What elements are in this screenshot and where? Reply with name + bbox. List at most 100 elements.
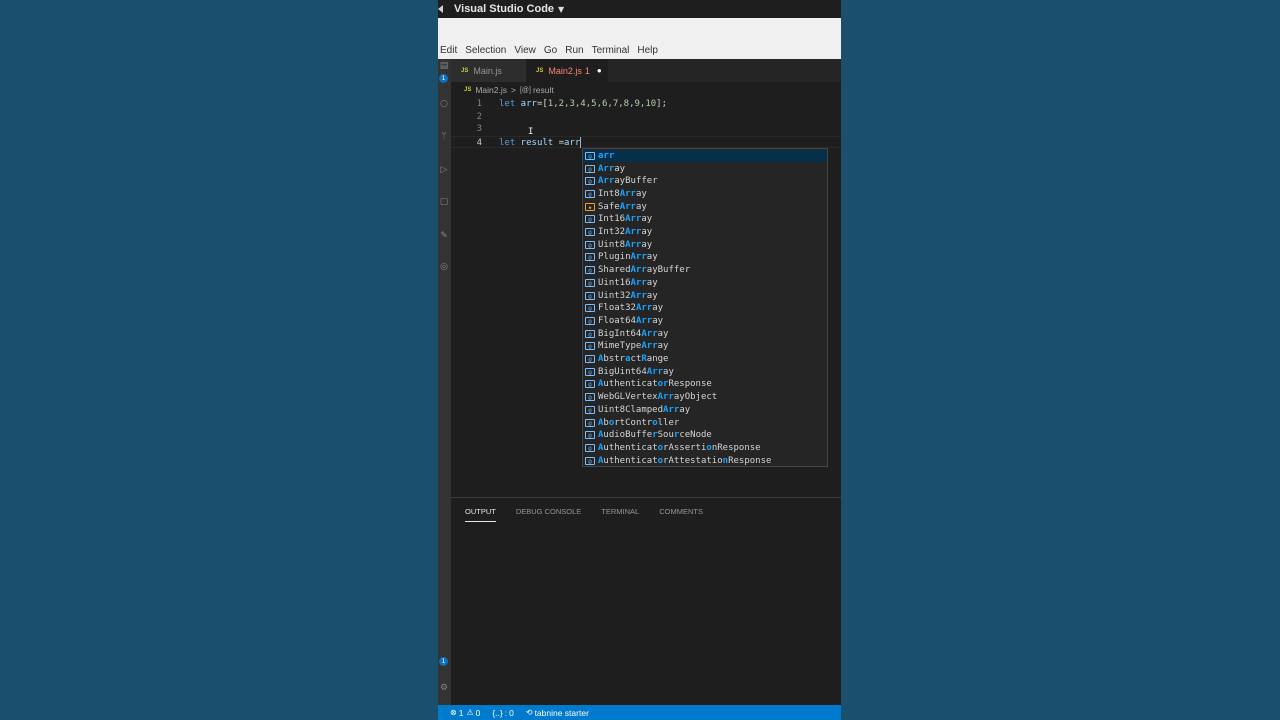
warning-count: 0 (475, 707, 481, 718)
error-icon: ⊗ (450, 708, 457, 717)
variable-symbol-icon: @ (585, 393, 595, 402)
menu-terminal[interactable]: Terminal (592, 45, 630, 56)
menu-selection[interactable]: Selection (465, 45, 506, 56)
explorer-icon[interactable]: ▤ (439, 61, 449, 71)
menu-help[interactable]: Help (637, 45, 658, 56)
suggestion-item[interactable]: @ Uint8Array (583, 238, 827, 251)
tab-comments[interactable]: COMMENTS (659, 507, 703, 516)
suggestion-item[interactable]: @ Uint8ClampedArray (583, 404, 827, 417)
tabnine-label: tabnine starter (534, 707, 589, 718)
tabnine-icon[interactable]: ◎ (439, 262, 449, 272)
suggestion-item[interactable]: @ Float64Array (583, 315, 827, 328)
variable-symbol-icon: @ (585, 151, 595, 160)
chevron-down-icon[interactable]: ▼ (558, 5, 564, 14)
suggestion-item[interactable]: @ Int32Array (583, 226, 827, 239)
suggestion-item[interactable]: @ Int16Array (583, 213, 827, 226)
code-line[interactable]: 2 (451, 111, 841, 123)
suggestion-item[interactable]: @ BigInt64Array (583, 327, 827, 340)
suggestion-item[interactable]: @ Int8Array (583, 188, 827, 201)
suggestion-widget[interactable]: @ arr @ Array @ ArrayBuffer @ Int8Array ◆ SafeArr… (582, 148, 828, 467)
tabnine-status[interactable]: ⟲ tabnine starter (526, 708, 589, 718)
breadcrumb: JS Main2.js > [@] result (451, 84, 841, 96)
suggestion-item[interactable]: @ AbstractRange (583, 353, 827, 366)
suggestion-label: BigInt64Array (598, 328, 669, 339)
suggestion-item[interactable]: @ AuthenticatorAttestationResponse (583, 454, 827, 467)
variable-symbol-icon: @ (585, 405, 595, 414)
activities-caret-icon[interactable] (438, 0, 444, 18)
code-text: let arr=[1,2,3,4,5,6,7,8,9,10]; (499, 99, 668, 109)
tab-main-js[interactable]: JS Main.js (451, 59, 526, 82)
explorer-badge: 1 (439, 74, 448, 83)
line-number: 4 (476, 137, 482, 148)
tab-main2-js[interactable]: JS Main2.js 1 ● (526, 59, 608, 82)
breadcrumb-file[interactable]: Main2.js (475, 85, 507, 95)
menu-view[interactable]: View (514, 45, 536, 56)
source-control-icon[interactable]: ᛘ (439, 132, 449, 142)
variable-symbol-icon: @ (585, 291, 595, 300)
search-icon[interactable]: ○ (439, 99, 449, 109)
editor-tabs: JS Main.js JS Main2.js 1 ● (451, 59, 841, 82)
suggestion-label: Uint32Array (598, 290, 658, 301)
suggestion-label: Uint16Array (598, 277, 658, 288)
app-title[interactable]: Visual Studio Code (454, 3, 554, 15)
suggestion-item[interactable]: @ Float32Array (583, 302, 827, 315)
tab-label: Main.js (473, 65, 502, 76)
run-debug-icon[interactable]: ▷ (439, 165, 449, 175)
code-line[interactable]: 1 let arr=[1,2,3,4,5,6,7,8,9,10]; (451, 98, 841, 110)
code-line[interactable]: 4 let result =arr (451, 135, 841, 148)
suggestion-label: Int16Array (598, 214, 653, 225)
menu-bar: Edit Selection View Go Run Terminal Help (438, 42, 841, 59)
variable-symbol-icon: @ (585, 456, 595, 465)
suggestion-label: ArrayBuffer (598, 176, 658, 187)
suggestion-label: Uint8Array (598, 239, 653, 250)
suggestion-item[interactable]: @ BigUint64Array (583, 365, 827, 378)
suggestion-label: SharedArrayBuffer (598, 265, 691, 276)
problems-status[interactable]: ⊗ 1 ⚠ 0 (450, 708, 480, 718)
suggestion-item[interactable]: @ AuthenticatorResponse (583, 378, 827, 391)
suggestion-item[interactable]: @ arr (583, 149, 827, 163)
variable-symbol-icon: @ (585, 164, 595, 173)
unsaved-dot-icon[interactable]: ● (597, 66, 602, 75)
suggestion-item[interactable]: @ AbortController (583, 416, 827, 429)
suggestion-item[interactable]: @ WebGLVertexArrayObject (583, 391, 827, 404)
tab-label: Main2.js (548, 65, 582, 76)
tab-problem-count: 1 (584, 65, 590, 76)
tabnine-status-icon: ⟲ (525, 708, 533, 717)
menu-edit[interactable]: Edit (440, 45, 457, 56)
suggestion-item[interactable]: @ Uint32Array (583, 289, 827, 302)
tab-terminal[interactable]: TERMINAL (601, 507, 639, 516)
suggestion-item[interactable]: @ Uint16Array (583, 277, 827, 290)
suggestion-item[interactable]: @ SharedArrayBuffer (583, 264, 827, 277)
suggestion-item[interactable]: @ ArrayBuffer (583, 175, 827, 188)
suggestion-item[interactable]: @ AudioBufferSourceNode (583, 429, 827, 442)
accounts-badge: 1 (439, 657, 448, 666)
suggestion-item[interactable]: @ Array (583, 162, 827, 175)
breadcrumb-separator: > (511, 85, 516, 95)
suggestion-label: WebGLVertexArrayObject (598, 392, 718, 403)
suggestion-label: Uint8ClampedArray (598, 404, 691, 415)
extensions-icon[interactable]: ▢ (439, 197, 449, 207)
variable-symbol-icon: @ (585, 380, 595, 389)
suggestion-item[interactable]: @ AuthenticatorAssertionResponse (583, 442, 827, 455)
menu-go[interactable]: Go (544, 45, 557, 56)
code-line[interactable]: 3 (451, 123, 841, 135)
suggestion-label: AuthenticatorResponse (598, 379, 712, 390)
variable-symbol-icon: @ (585, 431, 595, 440)
tab-debug-console[interactable]: DEBUG CONSOLE (516, 507, 581, 516)
menu-run[interactable]: Run (565, 45, 583, 56)
suggestion-label: AuthenticatorAttestationResponse (598, 455, 772, 466)
suggestion-item[interactable]: @ PluginArray (583, 251, 827, 264)
suggestion-item[interactable]: @ MimeTypeArray (583, 340, 827, 353)
breadcrumb-symbol[interactable]: result (533, 85, 554, 95)
error-count: 1 (458, 707, 464, 718)
suggestion-item[interactable]: ◆ SafeArray (583, 200, 827, 213)
suggestion-label: AudioBufferSourceNode (598, 430, 712, 441)
variable-symbol-icon: @ (585, 367, 595, 376)
code-text: let result =arr (499, 136, 582, 148)
tab-output[interactable]: OUTPUT (465, 507, 496, 522)
variable-symbol-icon: @ (585, 266, 595, 275)
suggestion-label: Array (598, 163, 626, 174)
remote-icon[interactable]: ✎ (439, 231, 449, 241)
settings-gear-icon[interactable]: ⚙ (439, 683, 449, 693)
braces-status[interactable]: {..} : 0 (492, 708, 514, 718)
